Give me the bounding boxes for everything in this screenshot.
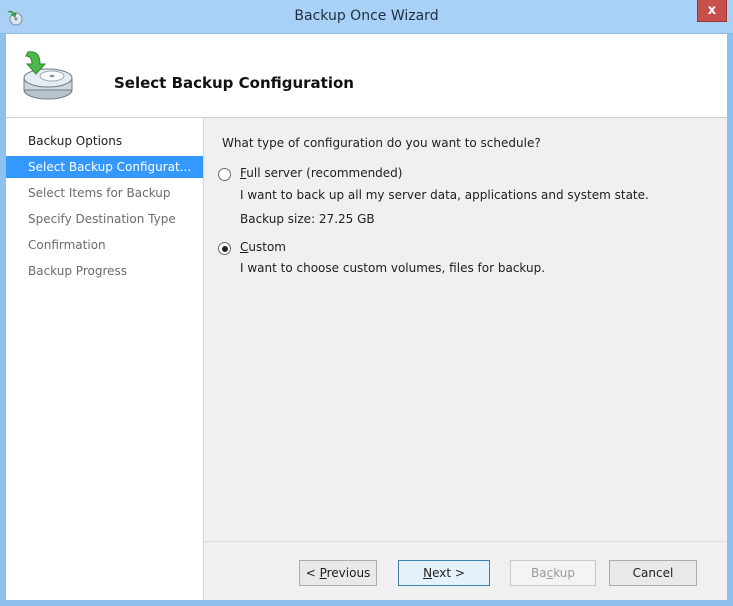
wizard-header: Select Backup Configuration — [6, 34, 727, 118]
close-button[interactable]: x — [697, 0, 727, 22]
wizard-steps-list: Backup Options Select Backup Configurat.… — [6, 118, 204, 600]
previous-button[interactable]: < Previous — [299, 560, 377, 586]
cancel-button[interactable]: Cancel — [609, 560, 697, 586]
page-title: Select Backup Configuration — [114, 74, 354, 92]
radio-selected-dot — [221, 245, 228, 252]
backup-size-text: Backup size: 27.25 GB — [240, 212, 375, 226]
backup-drive-icon — [23, 51, 73, 100]
full-server-label-text: ull server (recommended) — [246, 166, 403, 180]
step-select-backup-configuration[interactable]: Select Backup Configurat... — [6, 156, 203, 178]
next-label: ext > — [432, 566, 465, 580]
wizard-window: Backup Once Wizard x Select Backup Confi… — [0, 0, 733, 606]
step-specify-destination-type: Specify Destination Type — [28, 212, 176, 226]
previous-prefix: < — [305, 566, 320, 580]
window-title: Backup Once Wizard — [294, 8, 439, 24]
custom-radio[interactable] — [218, 242, 231, 255]
next-button[interactable]: Next > — [398, 560, 490, 586]
full-server-radio[interactable] — [218, 168, 231, 181]
title-bar[interactable]: Backup Once Wizard x — [0, 0, 733, 34]
backup-button: Backup — [510, 560, 596, 586]
backup-label: kup — [553, 566, 575, 580]
previous-access-key: P — [319, 566, 327, 580]
custom-description: I want to choose custom volumes, files f… — [240, 261, 546, 275]
button-divider — [204, 541, 727, 542]
custom-label[interactable]: Custom — [240, 240, 286, 254]
step-confirmation: Confirmation — [28, 238, 106, 252]
previous-label: revious — [326, 566, 371, 580]
configuration-question: What type of configuration do you want t… — [222, 136, 541, 150]
next-access-key: N — [423, 566, 433, 580]
step-select-items-for-backup: Select Items for Backup — [28, 186, 171, 200]
step-backup-progress: Backup Progress — [28, 264, 128, 278]
content-pane: What type of configuration do you want t… — [204, 118, 727, 600]
backup-prefix: Ba — [530, 566, 547, 580]
custom-label-text: ustom — [248, 240, 286, 254]
full-server-label[interactable]: Full server (recommended) — [240, 166, 402, 180]
full-server-description: I want to back up all my server data, ap… — [240, 188, 649, 202]
step-backup-options[interactable]: Backup Options — [6, 130, 203, 152]
